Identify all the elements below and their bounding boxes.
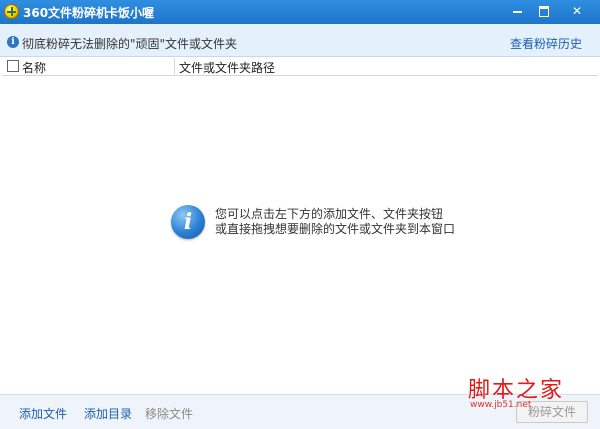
minimize-icon [512, 10, 522, 13]
empty-state-hint: 您可以点击左下方的添加文件、文件夹按钮 或直接拖拽想要删除的文件或文件夹到本窗口 [215, 207, 455, 237]
add-directory-button[interactable]: 添加目录 [84, 405, 132, 422]
app-logo-icon [4, 4, 19, 19]
select-all-checkbox[interactable] [7, 60, 19, 72]
column-divider[interactable] [174, 58, 175, 74]
column-header-path[interactable]: 文件或文件夹路径 [179, 59, 275, 76]
hint-line-1: 您可以点击左下方的添加文件、文件夹按钮 [215, 207, 444, 221]
hint-line-2: 或直接拖拽想要删除的文件或文件夹到本窗口 [215, 222, 456, 236]
app-title: 360文件粉碎机 [23, 6, 109, 20]
column-header-name[interactable]: 名称 [22, 59, 46, 76]
view-history-link[interactable]: 查看粉碎历史 [510, 35, 582, 52]
info-bar: i 彻底粉碎无法删除的"顽固"文件或文件夹 查看粉碎历史 [0, 24, 600, 57]
title-bar: 360文件粉碎机 卡饭小喔 ✕ [0, 0, 600, 24]
table-header: 名称 文件或文件夹路径 [2, 57, 598, 76]
add-file-button[interactable]: 添加文件 [19, 405, 67, 422]
close-button[interactable]: ✕ [557, 2, 597, 20]
watermark-url: www.jb51.net [470, 400, 532, 410]
info-notice: 彻底粉碎无法删除的"顽固"文件或文件夹 [22, 37, 238, 51]
info-large-icon: i [171, 205, 205, 239]
minimize-button[interactable] [503, 2, 531, 20]
watermark: 脚本之家 www.jb51.net [468, 372, 564, 410]
app-subtitle: 卡饭小喔 [106, 6, 155, 20]
maximize-button[interactable] [530, 2, 558, 20]
maximize-icon [539, 6, 549, 17]
info-icon: i [7, 36, 19, 48]
remove-file-button[interactable]: 移除文件 [145, 405, 193, 422]
